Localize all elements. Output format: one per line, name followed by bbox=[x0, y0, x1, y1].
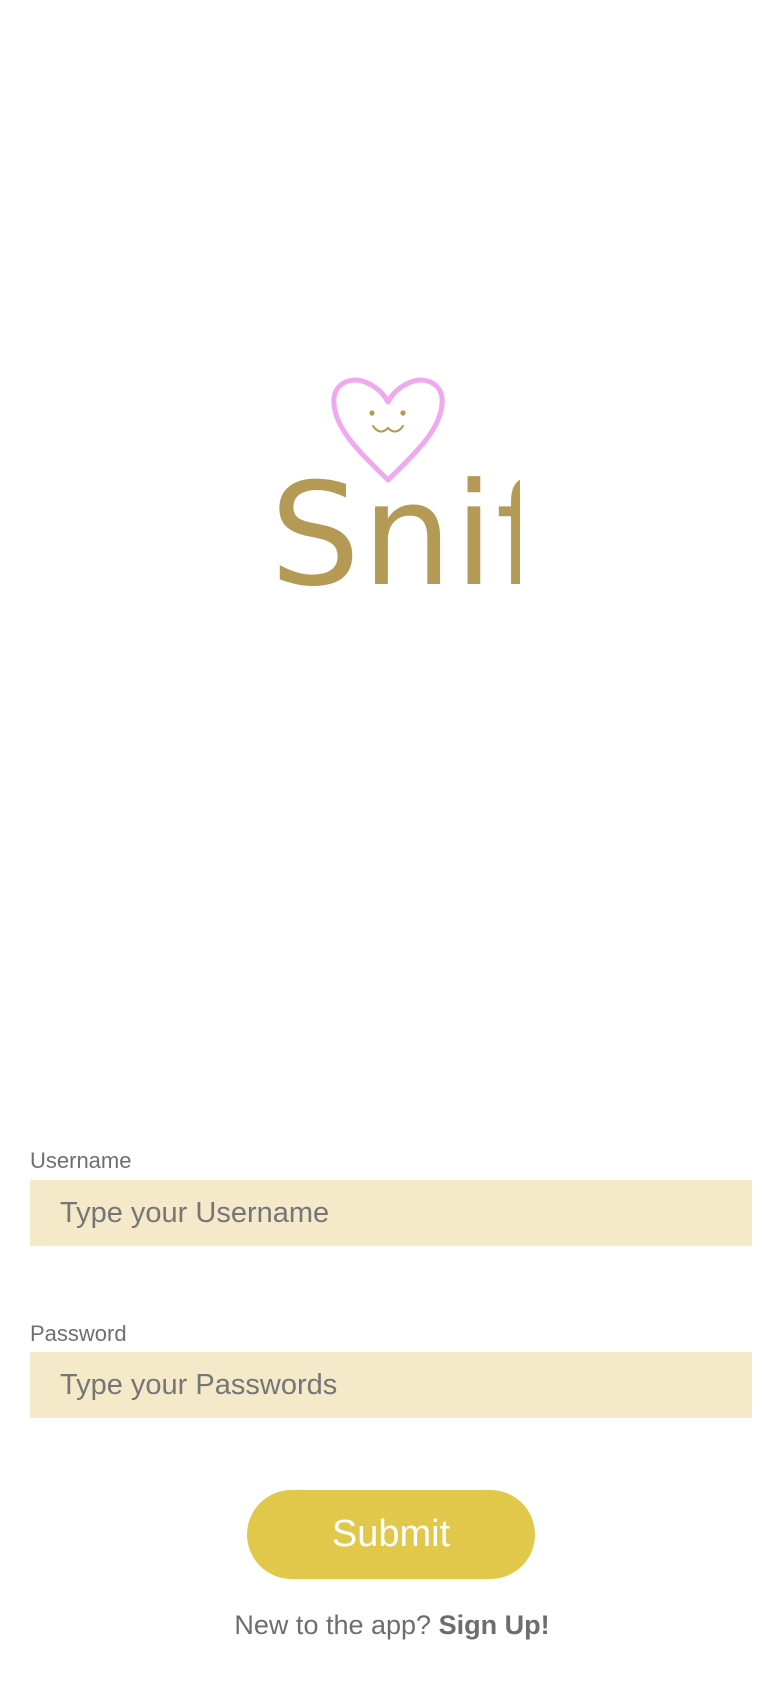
username-input[interactable] bbox=[30, 1180, 752, 1246]
logo-text: Snif bbox=[270, 453, 520, 592]
password-input[interactable] bbox=[30, 1352, 752, 1418]
signup-link[interactable]: Sign Up! bbox=[439, 1610, 550, 1640]
app-logo: Snif bbox=[270, 372, 520, 592]
username-label: Username bbox=[30, 1148, 132, 1173]
signup-prompt-line: New to the app? Sign Up! bbox=[0, 1610, 784, 1641]
password-label: Password bbox=[30, 1321, 127, 1346]
signup-prompt-text: New to the app? bbox=[234, 1610, 432, 1640]
submit-button[interactable]: Submit bbox=[247, 1490, 535, 1579]
